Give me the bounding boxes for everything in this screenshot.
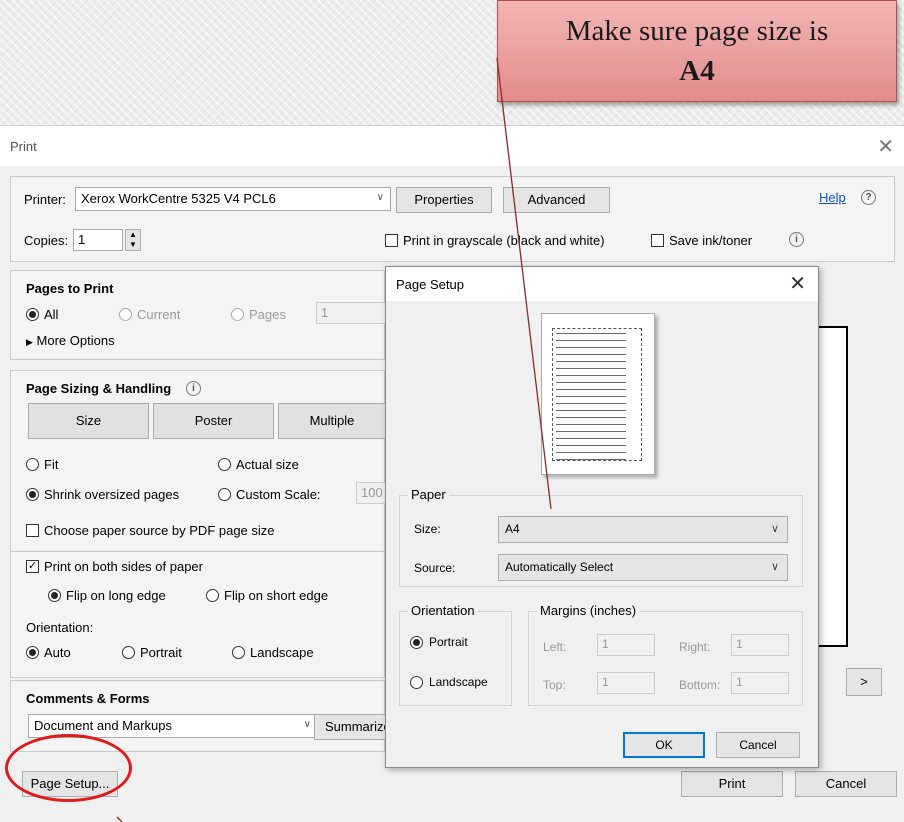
circle-pointer-line xyxy=(116,816,123,822)
callout-pointer-line xyxy=(496,57,552,510)
annotation-pointer-lines xyxy=(116,57,552,822)
